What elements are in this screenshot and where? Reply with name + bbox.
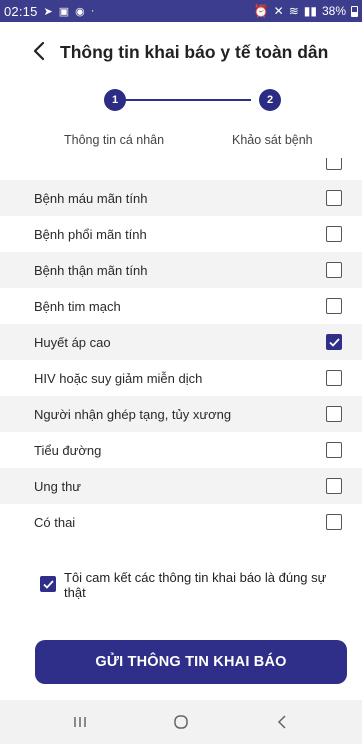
checkmark-icon bbox=[328, 337, 340, 347]
commitment-checkbox[interactable] bbox=[40, 576, 56, 592]
condition-checkbox-checked[interactable] bbox=[326, 334, 342, 350]
status-bar: 02:15 ➤ ▣ ◉ · ⏰ ✕ ≋ ▮▮ 38% bbox=[0, 0, 362, 22]
condition-checkbox[interactable] bbox=[326, 298, 342, 314]
app-notification-icon: ◉ bbox=[75, 5, 85, 18]
condition-checkbox[interactable] bbox=[326, 262, 342, 278]
gallery-icon: ▣ bbox=[58, 5, 70, 18]
list-item[interactable]: Có thai bbox=[0, 504, 362, 540]
navigation-arrow-icon: ➤ bbox=[43, 5, 53, 18]
condition-checkbox[interactable] bbox=[326, 514, 342, 530]
mute-icon: ✕ bbox=[273, 4, 284, 18]
list-item[interactable]: Huyết áp cao bbox=[0, 324, 362, 360]
list-item[interactable]: HIV hoặc suy giảm miễn dịch bbox=[0, 360, 362, 396]
condition-checkbox[interactable] bbox=[326, 190, 342, 206]
list-item[interactable]: Tiểu đường bbox=[0, 432, 362, 468]
system-navigation-bar bbox=[0, 700, 362, 744]
condition-label: Bệnh máu mãn tính bbox=[34, 190, 148, 206]
recent-apps-icon bbox=[74, 717, 87, 727]
step-2-label[interactable]: Khảo sát bệnh bbox=[232, 133, 313, 147]
list-item[interactable]: Ung thư bbox=[0, 468, 362, 504]
recent-apps-button[interactable] bbox=[60, 707, 100, 737]
condition-label: Ung thư bbox=[34, 478, 82, 494]
commitment-row[interactable]: Tôi cam kết các thông tin khai báo là đú… bbox=[40, 570, 340, 600]
chevron-left-icon bbox=[33, 41, 45, 61]
nav-back-icon bbox=[277, 715, 286, 729]
condition-label: Bệnh tim mạch bbox=[34, 298, 121, 314]
battery-icon bbox=[351, 5, 358, 17]
stepper-connector bbox=[115, 99, 251, 101]
checkmark-icon bbox=[42, 579, 54, 589]
dot-icon: · bbox=[90, 4, 95, 17]
condition-label: HIV hoặc suy giảm miễn dịch bbox=[34, 370, 203, 386]
condition-label: Bệnh phổi mãn tính bbox=[34, 226, 147, 242]
condition-label: Bệnh thận mãn tính bbox=[34, 262, 148, 278]
list-item[interactable]: Bệnh thận mãn tính bbox=[0, 252, 362, 288]
condition-checkbox[interactable] bbox=[326, 370, 342, 386]
signal-icon: ▮▮ bbox=[303, 4, 317, 18]
alarm-icon: ⏰ bbox=[253, 4, 269, 18]
status-right: ⏰ ✕ ≋ ▮▮ 38% bbox=[254, 4, 358, 18]
list-item[interactable] bbox=[0, 158, 362, 180]
submit-button[interactable]: GỬI THÔNG TIN KHAI BÁO bbox=[35, 640, 347, 684]
condition-checkbox[interactable] bbox=[326, 478, 342, 494]
page-title: Thông tin khai báo y tế toàn dân bbox=[60, 42, 329, 62]
wifi-icon: ≋ bbox=[288, 4, 299, 18]
condition-label: Huyết áp cao bbox=[34, 334, 111, 350]
condition-checkbox[interactable] bbox=[326, 226, 342, 242]
condition-checkbox[interactable] bbox=[326, 158, 342, 170]
stepper: 1 2 bbox=[0, 62, 362, 132]
condition-list: Bệnh máu mãn tính Bệnh phổi mãn tính Bện… bbox=[0, 158, 362, 540]
condition-checkbox[interactable] bbox=[326, 406, 342, 422]
notification-icons: ➤ ▣ ◉ · bbox=[44, 5, 95, 18]
condition-label: Người nhận ghép tạng, tủy xương bbox=[34, 406, 232, 422]
condition-checkbox[interactable] bbox=[326, 442, 342, 458]
home-icon bbox=[174, 715, 188, 729]
step-1-indicator[interactable]: 1 bbox=[104, 89, 126, 111]
list-item[interactable]: Bệnh phổi mãn tính bbox=[0, 216, 362, 252]
list-item[interactable]: Bệnh máu mãn tính bbox=[0, 180, 362, 216]
home-button[interactable] bbox=[161, 707, 201, 737]
battery-percent: 38% bbox=[321, 4, 346, 18]
commitment-text: Tôi cam kết các thông tin khai báo là đú… bbox=[64, 570, 327, 600]
status-time: 02:15 bbox=[4, 3, 38, 19]
condition-label: Tiểu đường bbox=[34, 442, 102, 458]
system-back-button[interactable] bbox=[262, 707, 302, 737]
list-item[interactable]: Bệnh tim mạch bbox=[0, 288, 362, 324]
step-1-label[interactable]: Thông tin cá nhân bbox=[64, 133, 164, 147]
condition-label: Có thai bbox=[34, 514, 76, 530]
step-2-indicator[interactable]: 2 bbox=[259, 89, 281, 111]
list-item[interactable]: Người nhận ghép tạng, tủy xương bbox=[0, 396, 362, 432]
